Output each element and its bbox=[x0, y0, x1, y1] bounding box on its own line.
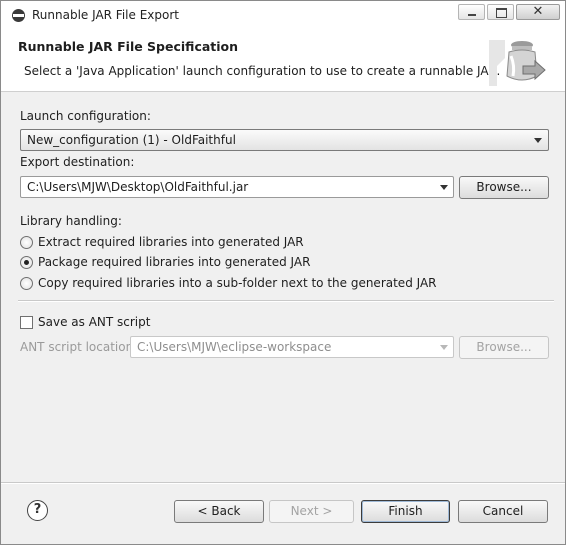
launch-configuration-value: New_configuration (1) - OldFaithful bbox=[27, 133, 236, 147]
radio-button[interactable] bbox=[20, 235, 33, 249]
export-browse-button[interactable]: Browse... bbox=[459, 176, 549, 199]
radio-button[interactable] bbox=[20, 276, 33, 290]
save-ant-script-option[interactable]: Save as ANT script bbox=[20, 315, 150, 329]
ant-script-location-label: ANT script location: bbox=[20, 340, 138, 354]
title-bar: Runnable JAR File Export ✕ bbox=[1, 1, 565, 30]
finish-button[interactable]: Finish bbox=[361, 500, 450, 523]
ant-script-location-input[interactable]: C:\Users\MJW\eclipse-workspace bbox=[130, 336, 454, 358]
section-divider bbox=[18, 300, 554, 302]
minimize-button[interactable] bbox=[458, 4, 485, 20]
launch-configuration-label: Launch configuration: bbox=[20, 109, 151, 123]
chevron-down-icon bbox=[534, 138, 542, 143]
library-option-extract[interactable]: Extract required libraries into generate… bbox=[20, 234, 304, 250]
help-icon[interactable]: ? bbox=[27, 500, 48, 521]
export-destination-label: Export destination: bbox=[20, 155, 135, 169]
close-icon: ✕ bbox=[532, 4, 544, 19]
page-description: Select a 'Java Application' launch confi… bbox=[24, 64, 501, 78]
radio-button-selected[interactable] bbox=[20, 255, 33, 269]
chevron-down-icon bbox=[440, 345, 448, 350]
export-dialog: Runnable JAR File Export ✕ Runnable JAR … bbox=[0, 0, 566, 545]
save-ant-script-label: Save as ANT script bbox=[38, 315, 151, 329]
window-controls: ✕ bbox=[458, 4, 560, 21]
page-title: Runnable JAR File Specification bbox=[18, 39, 239, 54]
library-option-label: Copy required libraries into a sub-folde… bbox=[38, 276, 437, 290]
maximize-button[interactable] bbox=[487, 4, 514, 20]
jar-export-icon bbox=[489, 40, 546, 86]
chevron-down-icon bbox=[440, 185, 448, 190]
back-button[interactable]: < Back bbox=[174, 500, 264, 523]
footer-divider bbox=[1, 482, 565, 484]
export-destination-input[interactable]: C:\Users\MJW\Desktop\OldFaithful.jar bbox=[20, 176, 454, 198]
eclipse-icon bbox=[12, 9, 25, 22]
library-option-label: Extract required libraries into generate… bbox=[38, 235, 304, 249]
ant-script-location-value: C:\Users\MJW\eclipse-workspace bbox=[137, 340, 332, 354]
library-option-label: Package required libraries into generate… bbox=[38, 255, 311, 269]
save-ant-script-checkbox[interactable] bbox=[20, 315, 33, 329]
library-option-copy[interactable]: Copy required libraries into a sub-folde… bbox=[20, 275, 437, 291]
export-destination-value: C:\Users\MJW\Desktop\OldFaithful.jar bbox=[27, 180, 249, 194]
cancel-button[interactable]: Cancel bbox=[458, 500, 548, 523]
launch-configuration-select[interactable]: New_configuration (1) - OldFaithful bbox=[20, 129, 549, 151]
next-button[interactable]: Next > bbox=[269, 500, 354, 523]
library-handling-label: Library handling: bbox=[20, 214, 122, 228]
close-button[interactable]: ✕ bbox=[516, 4, 560, 20]
window-title: Runnable JAR File Export bbox=[32, 8, 179, 22]
wizard-banner: Runnable JAR File Specification Select a… bbox=[1, 30, 565, 92]
library-option-package[interactable]: Package required libraries into generate… bbox=[20, 254, 310, 270]
ant-browse-button[interactable]: Browse... bbox=[459, 336, 549, 359]
